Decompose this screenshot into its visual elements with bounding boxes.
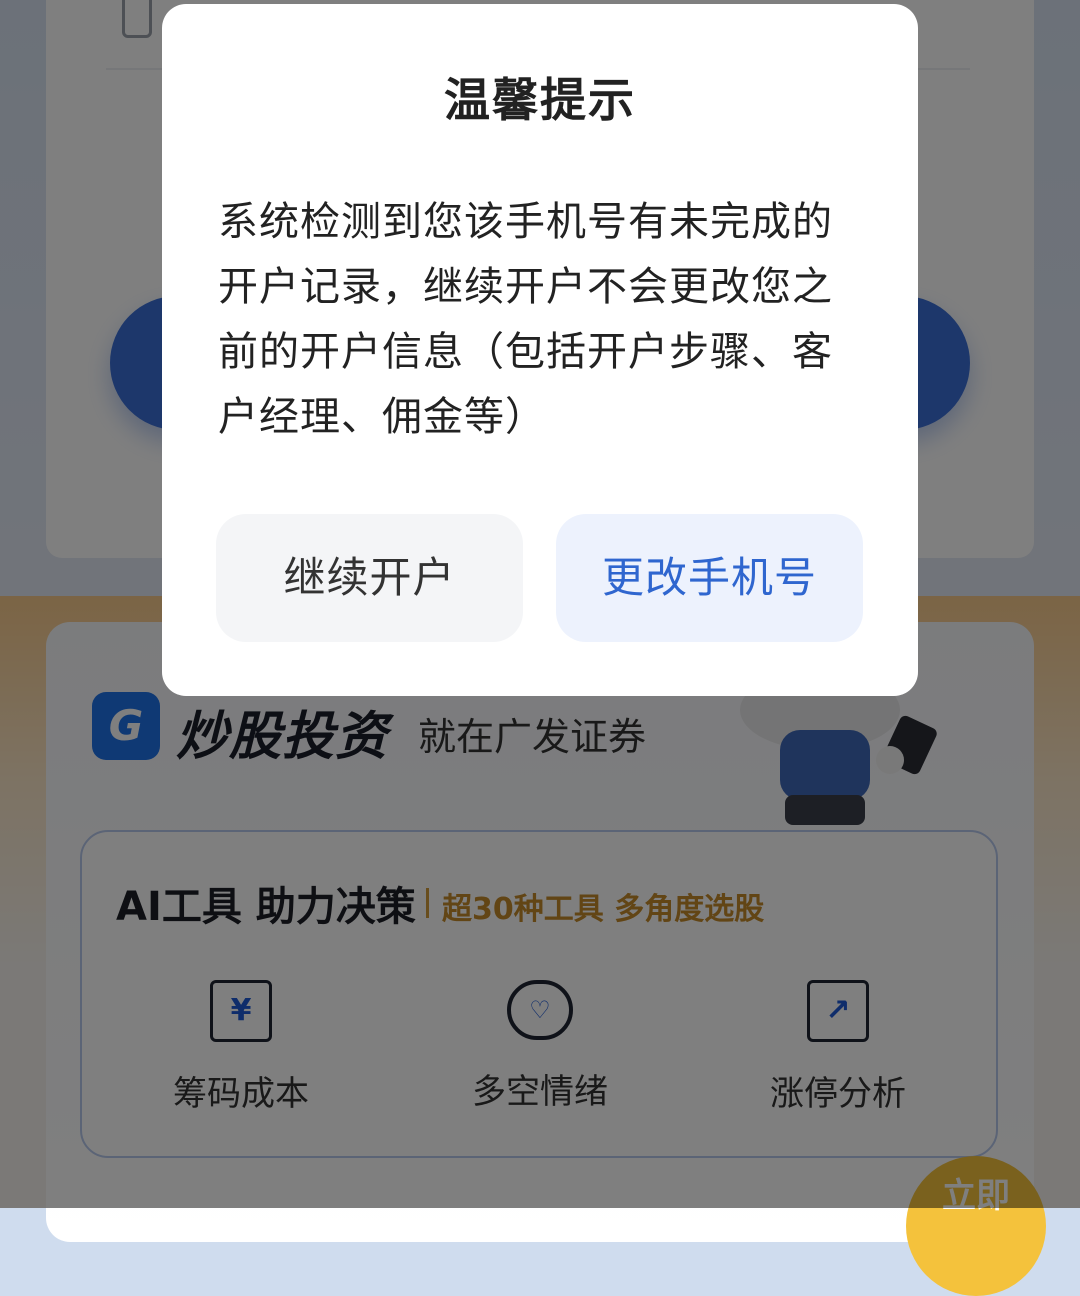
dialog-title: 温馨提示 (444, 73, 636, 127)
continue-account-opening-button[interactable]: 继续开户 (216, 514, 523, 642)
tip-dialog: 温馨提示 系统检测到您该手机号有未完成的开户记录，继续开户不会更改您之前的开户信… (162, 4, 918, 696)
dialog-message: 系统检测到您该手机号有未完成的开户记录，继续开户不会更改您之前的开户信息（包括开… (218, 199, 833, 440)
change-phone-number-button[interactable]: 更改手机号 (556, 514, 863, 642)
